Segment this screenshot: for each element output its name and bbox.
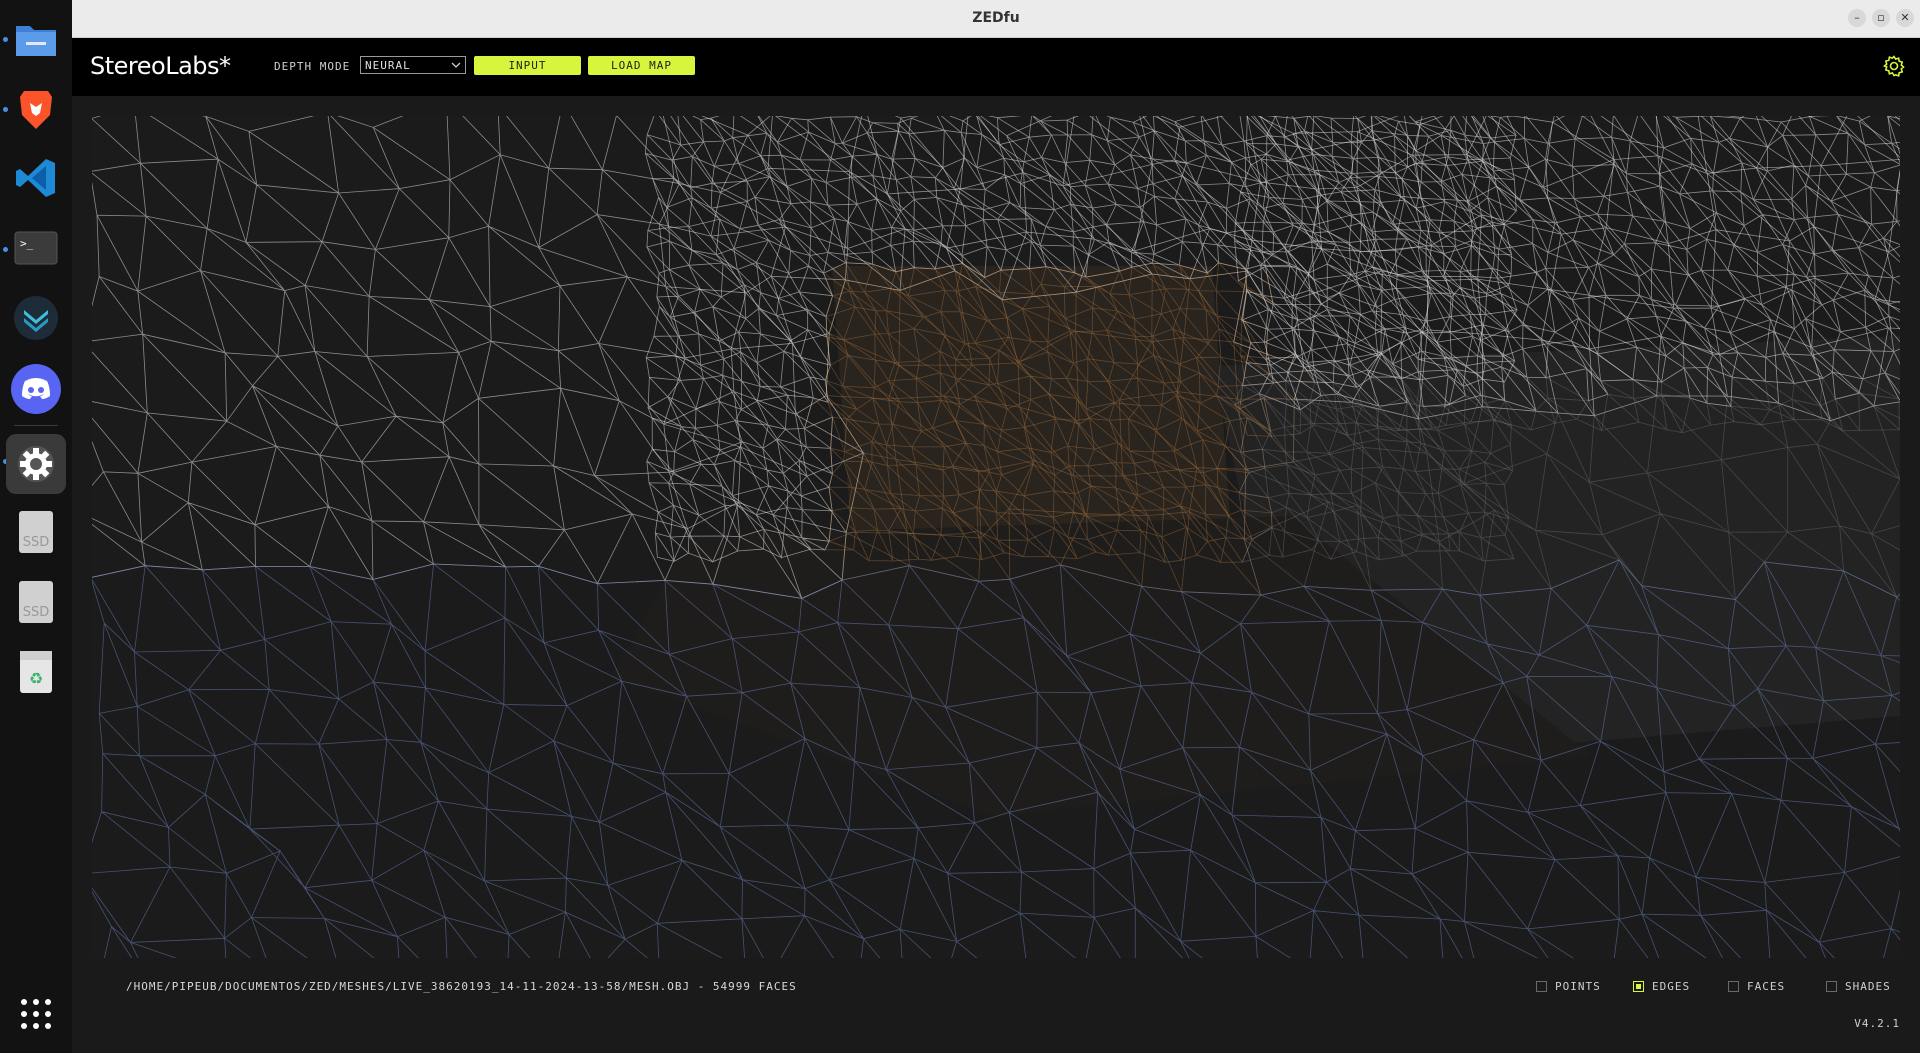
shades-toggle[interactable]: SHADES bbox=[1826, 980, 1891, 993]
faces-toggle[interactable]: FACES bbox=[1728, 980, 1785, 993]
depth-mode-value: NEURAL bbox=[365, 59, 411, 72]
edges-toggle[interactable]: EDGES bbox=[1633, 980, 1690, 993]
terminal-icon[interactable]: >_ bbox=[10, 222, 62, 274]
svg-text:>_: >_ bbox=[20, 237, 34, 250]
points-label: POINTS bbox=[1555, 980, 1601, 993]
brave-browser-icon[interactable] bbox=[10, 84, 62, 136]
version-label: V4.2.1 bbox=[1854, 1017, 1900, 1030]
ssd-drive-icon[interactable]: SSD bbox=[10, 506, 62, 558]
window-title: ZEDfu bbox=[972, 10, 1020, 26]
ssd-drive-icon[interactable]: SSD bbox=[10, 576, 62, 628]
shades-label: SHADES bbox=[1845, 980, 1891, 993]
settings-app-icon[interactable] bbox=[6, 434, 66, 494]
input-button[interactable]: INPUT bbox=[474, 56, 581, 75]
chevron-down-icon bbox=[451, 57, 461, 79]
brand-title: StereoLabs* bbox=[90, 52, 231, 80]
dock-separator bbox=[14, 425, 58, 426]
trash-icon[interactable]: ♻ bbox=[10, 646, 62, 698]
running-indicator bbox=[3, 247, 8, 252]
mesh-wireframe bbox=[92, 116, 1900, 958]
app-grid-icon[interactable] bbox=[10, 988, 62, 1040]
shades-checkbox[interactable] bbox=[1826, 981, 1837, 992]
discord-icon[interactable] bbox=[10, 363, 62, 415]
points-checkbox[interactable] bbox=[1536, 981, 1547, 992]
minimize-icon[interactable]: – bbox=[1848, 9, 1866, 27]
window-titlebar[interactable]: ZEDfu – ▫ ✕ bbox=[72, 0, 1920, 38]
close-icon[interactable]: ✕ bbox=[1896, 9, 1914, 27]
load-map-button[interactable]: LOAD MAP bbox=[588, 56, 695, 75]
svg-text:♻: ♻ bbox=[29, 669, 43, 688]
mailspring-icon[interactable] bbox=[10, 292, 62, 344]
mesh-file-status: /HOME/PIPEUB/DOCUMENTOS/ZED/MESHES/LIVE_… bbox=[126, 980, 797, 993]
maximize-icon[interactable]: ▫ bbox=[1872, 9, 1890, 27]
vscode-icon[interactable] bbox=[10, 152, 62, 204]
dock: >_ SSD SSD ♻ bbox=[0, 0, 72, 1053]
gear-icon[interactable] bbox=[1882, 54, 1906, 78]
svg-text:SSD: SSD bbox=[23, 535, 50, 550]
faces-label: FACES bbox=[1747, 980, 1786, 993]
svg-text:SSD: SSD bbox=[23, 605, 50, 620]
faces-checkbox[interactable] bbox=[1728, 981, 1739, 992]
edges-label: EDGES bbox=[1652, 980, 1691, 993]
depth-mode-select[interactable]: NEURAL bbox=[360, 56, 466, 74]
running-indicator bbox=[3, 37, 8, 42]
app-header: StereoLabs* DEPTH MODE NEURAL INPUT LOAD… bbox=[72, 38, 1920, 96]
mesh-viewport[interactable] bbox=[92, 116, 1900, 958]
running-indicator bbox=[3, 107, 8, 112]
depth-mode-label: DEPTH MODE bbox=[274, 60, 351, 73]
points-toggle[interactable]: POINTS bbox=[1536, 980, 1601, 993]
files-app-icon[interactable] bbox=[10, 14, 62, 66]
edges-checkbox[interactable] bbox=[1633, 981, 1644, 992]
